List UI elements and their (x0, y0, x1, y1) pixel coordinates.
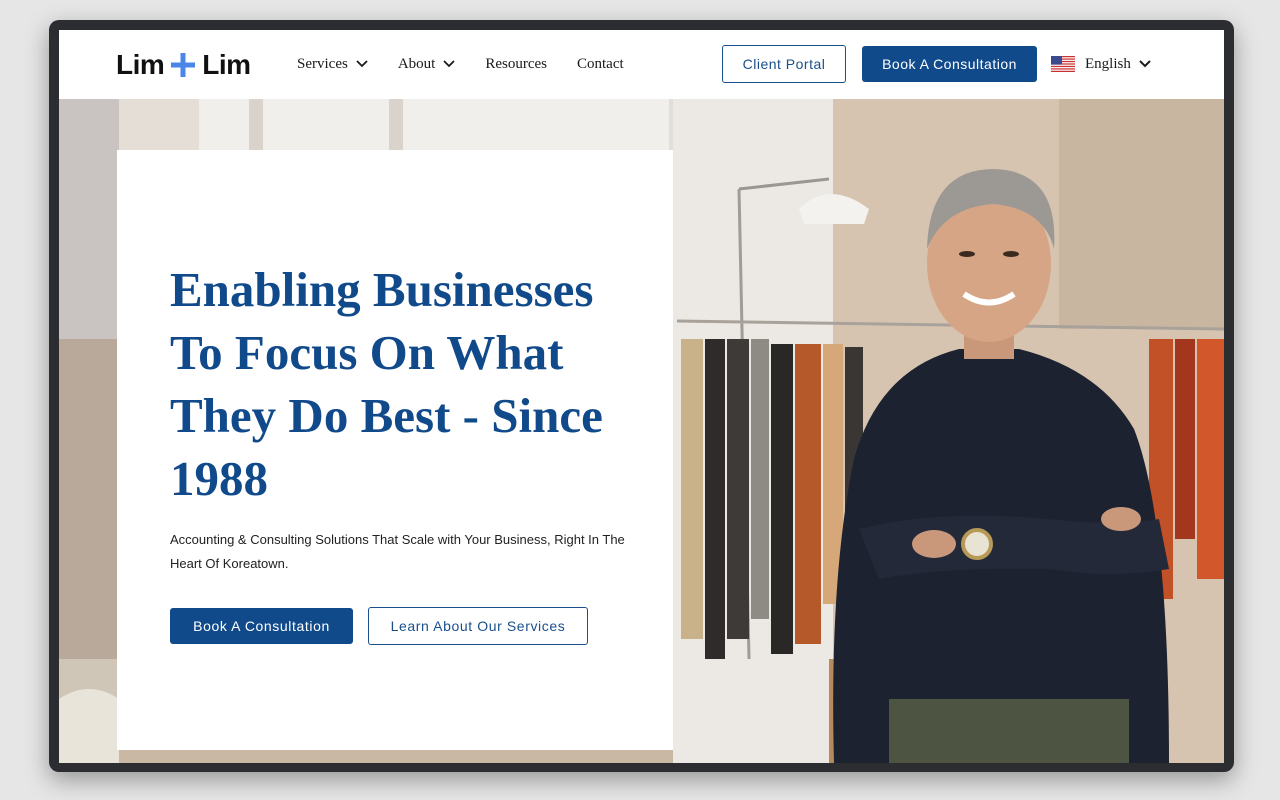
learn-about-services-button[interactable]: Learn About Our Services (368, 607, 588, 645)
language-label: English (1085, 55, 1131, 72)
hero-headline: Enabling Businesses To Focus On What The… (170, 262, 603, 506)
hero-book-consultation-button[interactable]: Book A Consultation (170, 608, 353, 644)
client-portal-button[interactable]: Client Portal (722, 45, 846, 83)
nav-item-label: Services (297, 55, 348, 72)
nav-item-label: Resources (485, 55, 547, 72)
top-navigation: Lim Lim Services About Resources Contact… (59, 30, 1224, 99)
nav-item-contact[interactable]: Contact (577, 52, 624, 76)
nav-item-label: Contact (576, 55, 624, 72)
chevron-down-icon (1139, 60, 1151, 68)
browser-viewport: Lim Lim Services About Resources Contact… (59, 30, 1224, 763)
logo-word-right: Lim (202, 49, 251, 80)
plus-icon (170, 52, 196, 78)
hero-card: Enabling Businesses To Focus On What The… (117, 150, 673, 750)
nav-book-consultation-button[interactable]: Book A Consultation (862, 46, 1037, 82)
nav-item-resources[interactable]: Resources (485, 52, 547, 76)
us-flag-icon (1051, 56, 1075, 72)
nav-item-services[interactable]: Services (297, 52, 368, 76)
site-logo[interactable]: Lim Lim (116, 48, 251, 82)
logo-word-left: Lim (116, 49, 165, 80)
nav-item-label: About (397, 55, 436, 72)
hero-section: Enabling Businesses To Focus On What The… (59, 99, 1224, 763)
chevron-down-icon (356, 60, 368, 68)
chevron-down-icon (443, 60, 455, 68)
hero-subtext: Accounting & Consulting Solutions That S… (170, 532, 625, 571)
nav-links: Services About Resources Contact (297, 52, 654, 76)
language-selector[interactable]: English (1051, 52, 1151, 76)
nav-item-about[interactable]: About (398, 52, 456, 76)
